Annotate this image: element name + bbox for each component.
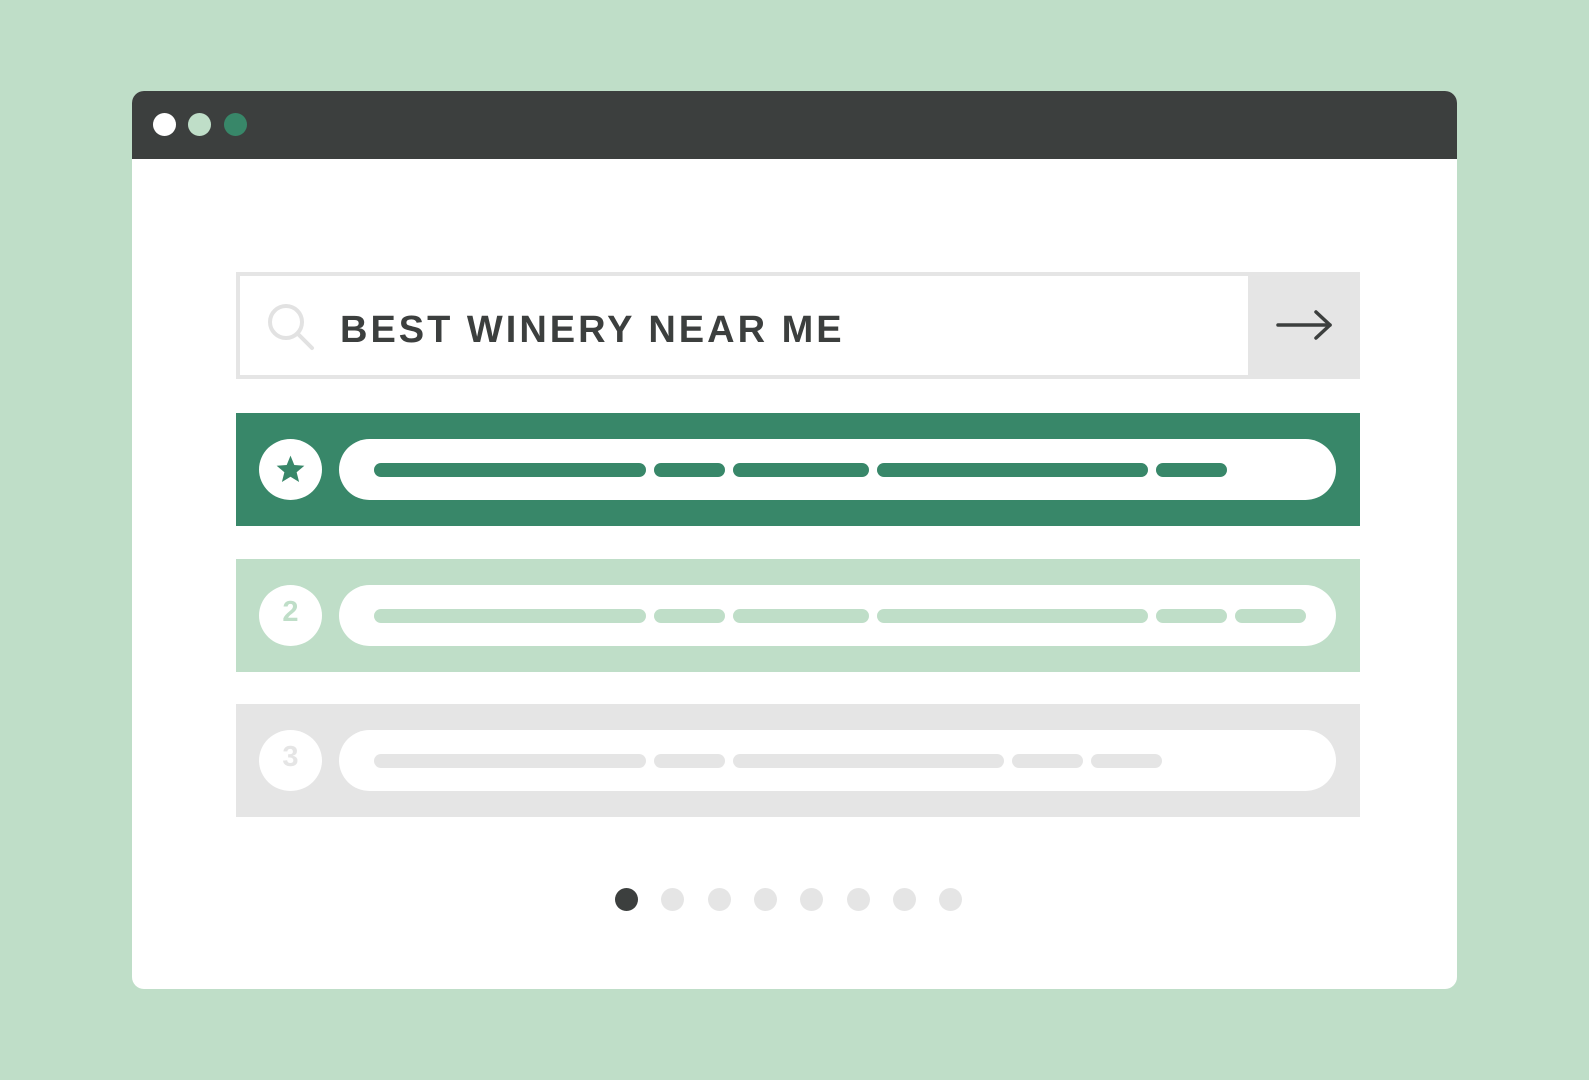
- text-line-placeholder: [654, 609, 725, 623]
- page-dot-3[interactable]: [707, 888, 731, 911]
- text-line-placeholder: [877, 463, 1148, 477]
- browser-window: BEST WINERY NEAR ME 2 3: [132, 91, 1457, 989]
- text-line-placeholder: [374, 754, 646, 768]
- title-bar: [132, 91, 1457, 159]
- text-line-placeholder: [374, 463, 646, 477]
- text-line-placeholder: [1235, 609, 1306, 623]
- page-dot-2[interactable]: [661, 888, 685, 911]
- page-dot-1[interactable]: [615, 888, 638, 911]
- search-submit-button[interactable]: [1248, 272, 1360, 379]
- page-dot-6[interactable]: [846, 888, 870, 911]
- search-result-1[interactable]: [236, 413, 1360, 526]
- page-dot-5[interactable]: [800, 888, 824, 911]
- pagination: [132, 888, 1457, 912]
- page-dot-8[interactable]: [939, 888, 963, 911]
- text-line-placeholder: [1012, 754, 1083, 768]
- rank-badge: 3: [259, 730, 322, 791]
- text-line-placeholder: [654, 754, 725, 768]
- page-dot-4[interactable]: [753, 888, 777, 911]
- rank-badge: 2: [259, 585, 322, 646]
- text-line-placeholder: [1156, 609, 1227, 623]
- text-line-placeholder: [1156, 463, 1227, 477]
- search-result-3[interactable]: 3: [236, 704, 1360, 817]
- search-bar: BEST WINERY NEAR ME: [236, 272, 1360, 379]
- text-line-placeholder: [374, 609, 646, 623]
- text-line-placeholder: [733, 463, 869, 477]
- maximize-window-button[interactable]: [224, 113, 247, 136]
- search-icon: [266, 302, 318, 354]
- search-input[interactable]: BEST WINERY NEAR ME: [236, 272, 1248, 379]
- text-line-placeholder: [733, 609, 869, 623]
- arrow-right-icon: [1276, 310, 1332, 340]
- close-window-button[interactable]: [153, 113, 176, 136]
- search-query-text: BEST WINERY NEAR ME: [340, 309, 845, 351]
- text-line-placeholder: [877, 609, 1148, 623]
- minimize-window-button[interactable]: [188, 113, 211, 136]
- page-dot-7[interactable]: [892, 888, 916, 911]
- result-title-placeholder: [339, 585, 1336, 646]
- text-line-placeholder: [733, 754, 1004, 768]
- text-line-placeholder: [1091, 754, 1162, 768]
- featured-badge: [259, 439, 322, 500]
- result-title-placeholder: [339, 439, 1336, 500]
- text-line-placeholder: [654, 463, 725, 477]
- search-result-2[interactable]: 2: [236, 559, 1360, 672]
- result-title-placeholder: [339, 730, 1336, 791]
- star-icon: [276, 455, 305, 483]
